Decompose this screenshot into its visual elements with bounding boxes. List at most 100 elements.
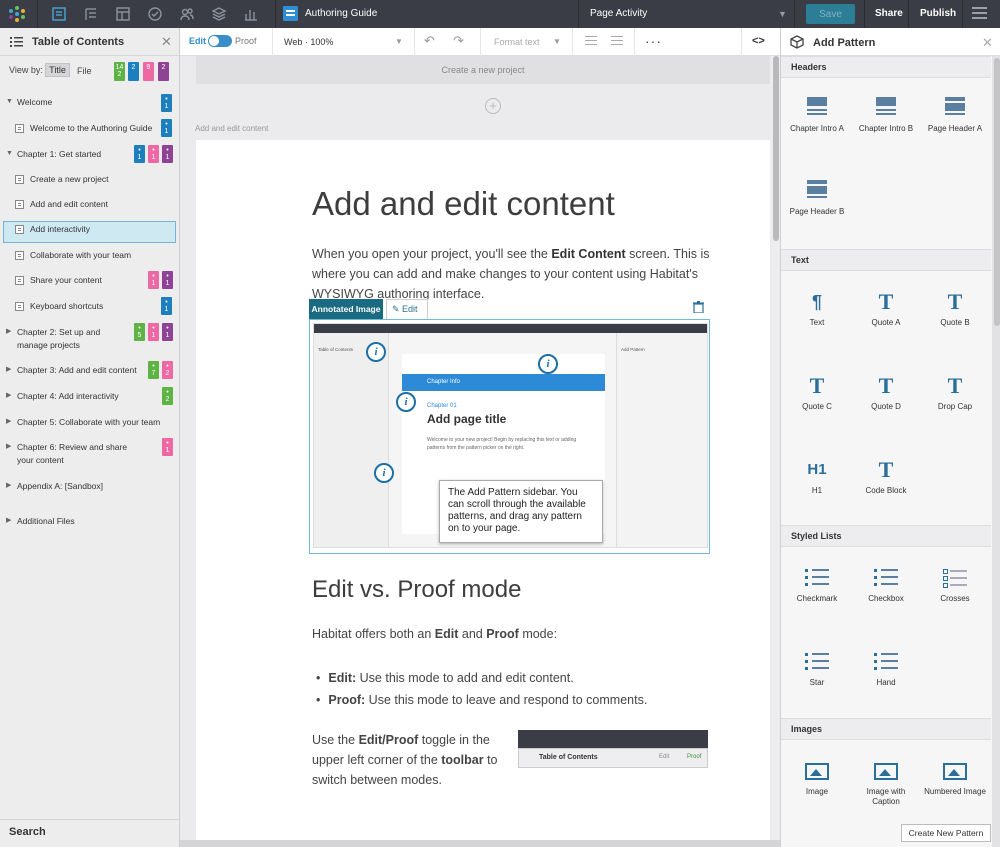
pattern-checkbox[interactable]: Checkbox <box>855 566 917 604</box>
add-page-icon[interactable]: + <box>485 98 501 114</box>
annotated-image[interactable]: Table of Contents Add Pattern Chapter In… <box>309 319 710 554</box>
status-badge: 9 <box>143 62 154 81</box>
redo-icon[interactable]: ↷ <box>453 33 464 49</box>
expand-triangle-icon[interactable]: ▶ <box>6 327 11 335</box>
section-heading[interactable]: Edit vs. Proof mode <box>312 576 521 604</box>
chevron-down-icon[interactable]: ▼ <box>553 37 561 46</box>
trash-icon[interactable] <box>693 301 704 313</box>
bullet-list-icon[interactable] <box>611 36 623 46</box>
list-item: Edit: Use this mode to add and edit cont… <box>316 667 647 689</box>
status-badge: • 7 <box>148 361 159 379</box>
collapse-triangle-icon[interactable]: ▼ <box>6 150 13 157</box>
header-pattern-icon <box>807 97 827 119</box>
collapse-triangle-icon[interactable]: ▼ <box>6 98 13 105</box>
pattern-quote-c[interactable]: T Quote C <box>786 374 848 412</box>
save-button[interactable]: Save <box>806 4 855 24</box>
numbered-list-icon[interactable] <box>585 36 597 46</box>
status-badge: • 1 <box>148 145 159 163</box>
horizontal-scrollbar[interactable] <box>180 840 780 847</box>
pattern-drop-cap[interactable]: T Drop Cap <box>924 374 986 412</box>
annotation-hotspot-icon[interactable]: i <box>538 354 558 374</box>
habitat-logo-icon[interactable] <box>7 5 27 23</box>
hamburger-menu-icon[interactable] <box>972 7 987 20</box>
pattern-chapter-intro-b[interactable]: Chapter Intro B <box>855 96 917 134</box>
document-title[interactable]: Authoring Guide <box>305 8 377 19</box>
pattern-image[interactable]: Image <box>786 759 848 797</box>
status-badge: • 1 <box>134 145 145 163</box>
expand-triangle-icon[interactable]: ▶ <box>6 481 11 489</box>
pattern-chapter-intro-a[interactable]: Chapter Intro A <box>786 96 848 134</box>
pattern-star[interactable]: Star <box>786 650 848 688</box>
bullet-list[interactable]: Edit: Use this mode to add and edit cont… <box>316 667 647 711</box>
outline-view-icon[interactable] <box>82 5 100 23</box>
users-icon[interactable] <box>178 5 196 23</box>
more-options-icon[interactable]: ··· <box>645 33 662 49</box>
header-pattern-icon <box>807 180 827 202</box>
pattern-page-header-b[interactable]: Page Header B <box>786 179 848 217</box>
layers-icon[interactable] <box>210 5 228 23</box>
expand-triangle-icon[interactable]: ▶ <box>6 417 11 425</box>
chevron-down-icon[interactable]: ▼ <box>395 37 403 46</box>
undo-icon[interactable]: ↶ <box>424 33 435 49</box>
h1-icon: H1 <box>807 461 827 478</box>
edit-mode-label[interactable]: Edit <box>189 36 206 46</box>
pattern-crosses[interactable]: Crosses <box>924 566 986 604</box>
close-icon[interactable]: ✕ <box>982 35 993 51</box>
paragraph[interactable]: Use the Edit/Proof toggle in the upper l… <box>312 730 512 790</box>
canvas-scrollbar[interactable] <box>773 56 779 241</box>
share-button[interactable]: Share <box>875 8 903 19</box>
pattern-scrollbar[interactable] <box>994 58 1000 326</box>
layout-view-icon[interactable] <box>114 5 132 23</box>
content-view-icon[interactable] <box>50 5 68 23</box>
pattern-code-block[interactable]: T Code Block <box>855 458 917 496</box>
annotated-image-edit-button[interactable]: ✎ Edit <box>386 299 428 319</box>
pattern-text[interactable]: ¶ Text <box>786 290 848 328</box>
expand-triangle-icon[interactable]: ▶ <box>6 365 11 373</box>
status-badge: • 1 <box>162 323 173 341</box>
format-text-select[interactable]: Format text <box>494 37 540 47</box>
pattern-hand[interactable]: Hand <box>855 650 917 688</box>
pattern-quote-a[interactable]: T Quote A <box>855 290 917 328</box>
page-content[interactable]: Add and edit content When you open your … <box>196 140 770 847</box>
section-images: Images <box>781 718 991 740</box>
page-title[interactable]: Add and edit content <box>312 185 615 223</box>
intro-paragraph[interactable]: When you open your project, you'll see t… <box>312 244 717 304</box>
status-badge: 2 <box>128 62 139 81</box>
page-icon <box>15 124 24 133</box>
code-view-icon[interactable]: <> <box>752 35 765 47</box>
create-new-pattern-button[interactable]: Create New Pattern <box>901 824 991 842</box>
close-icon[interactable]: ✕ <box>161 34 172 50</box>
pattern-image-with-caption[interactable]: Image with Caption <box>855 759 917 807</box>
pattern-checkmark[interactable]: Checkmark <box>786 566 848 604</box>
proof-mode-label[interactable]: Proof <box>235 36 257 46</box>
pattern-page-header-a[interactable]: Page Header A <box>924 96 986 134</box>
previous-page-strip[interactable]: Create a new project <box>196 56 770 84</box>
pattern-numbered-image[interactable]: Numbered Image <box>924 759 986 797</box>
review-check-icon[interactable] <box>146 5 164 23</box>
annotation-hotspot-icon[interactable]: i <box>366 342 386 362</box>
view-mode-select[interactable]: Web · 100% <box>284 37 333 47</box>
page-breadcrumb: Add and edit content <box>195 124 269 133</box>
text-t-icon: T <box>947 289 963 314</box>
paragraph[interactable]: Habitat offers both an Edit and Proof mo… <box>312 627 557 641</box>
pattern-quote-b[interactable]: T Quote B <box>924 290 986 328</box>
page-activity-dropdown[interactable]: Page Activity <box>590 8 647 19</box>
annotation-hotspot-icon[interactable]: i <box>396 392 416 412</box>
status-badge: 2 <box>158 62 169 81</box>
view-by-file-toggle[interactable]: File <box>77 66 92 76</box>
view-by-title-toggle[interactable]: Title <box>45 63 70 77</box>
expand-triangle-icon[interactable]: ▶ <box>6 442 11 450</box>
chevron-down-icon[interactable]: ▼ <box>778 9 787 19</box>
toolbar-screenshot-image[interactable]: Table of Contents Edit Proof <box>518 730 708 768</box>
add-pattern-title: Add Pattern <box>813 37 876 49</box>
annotated-image-tag: Annotated Image <box>309 299 383 319</box>
pattern-h1[interactable]: H1 H1 <box>786 458 848 496</box>
pattern-quote-d[interactable]: T Quote D <box>855 374 917 412</box>
expand-triangle-icon[interactable]: ▶ <box>6 516 11 524</box>
annotation-hotspot-icon[interactable]: i <box>374 463 394 483</box>
toc-search[interactable]: Search <box>9 826 46 838</box>
expand-triangle-icon[interactable]: ▶ <box>6 391 11 399</box>
analytics-icon[interactable] <box>242 5 260 23</box>
edit-proof-toggle[interactable] <box>208 35 232 47</box>
publish-button[interactable]: Publish <box>920 8 956 19</box>
